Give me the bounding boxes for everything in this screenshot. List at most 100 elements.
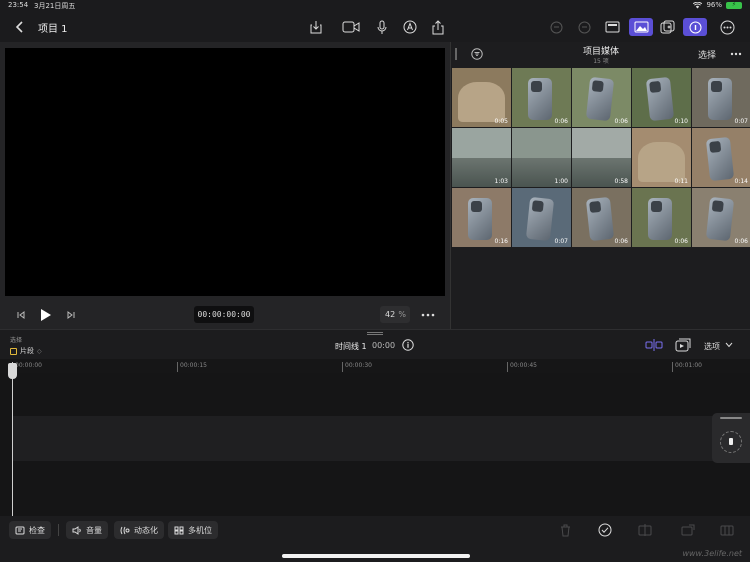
voiceover-button[interactable] [372, 17, 392, 37]
watermark: www.3elife.net [682, 549, 742, 558]
phone-subject [708, 78, 732, 120]
done-button[interactable] [598, 523, 612, 537]
timeline-tracks[interactable] [0, 373, 750, 516]
split-button[interactable] [638, 524, 652, 536]
home-indicator[interactable] [282, 554, 470, 558]
redo-button[interactable] [574, 17, 594, 37]
undo-button[interactable] [546, 17, 566, 37]
media-thumbnail[interactable]: 0:07 [512, 188, 571, 247]
ruler-label: 00:01:00 [672, 362, 702, 372]
camera-bump [711, 81, 722, 92]
snapping-button[interactable] [645, 339, 663, 351]
import-icon [310, 21, 322, 34]
select-button[interactable]: 选择 [698, 48, 716, 61]
media-thumbnail[interactable]: 0:05 [452, 68, 511, 127]
more-button[interactable] [717, 17, 737, 37]
timecode-display[interactable]: 00:00:00:00 [194, 306, 254, 323]
clip-duration: 0:06 [614, 238, 628, 245]
clip-duration: 0:07 [734, 118, 748, 125]
clip-duration: 0:14 [734, 178, 748, 185]
media-thumbnail[interactable]: 0:16 [452, 188, 511, 247]
animate-label: 动态化 [134, 525, 158, 535]
info-circle-icon [689, 21, 701, 33]
ellipsis-icon [421, 313, 435, 317]
timeline-ruler[interactable]: 00:00:00 00:00:15 00:00:30 00:00:45 00:0… [0, 359, 750, 373]
skimming-button[interactable] [675, 338, 691, 352]
animate-button[interactable]: 动态化 [114, 521, 164, 539]
selection-label: 选择 [10, 337, 23, 344]
primary-storyline[interactable] [12, 416, 750, 461]
import-button[interactable] [306, 17, 326, 37]
viewer-more-button[interactable] [421, 310, 435, 320]
zoom-control[interactable]: 42 % [380, 306, 410, 323]
animate-icon [120, 526, 130, 534]
media-thumbnail[interactable]: 0:58 [572, 128, 631, 187]
inspect-icon [15, 526, 25, 534]
phone-subject [705, 136, 735, 182]
detach-button[interactable] [681, 524, 695, 536]
project-title[interactable]: 项目 1 [38, 20, 68, 35]
previous-frame-button[interactable] [16, 310, 26, 320]
play-button[interactable] [40, 308, 52, 322]
jog-wheel[interactable] [720, 431, 742, 453]
clip-duration: 1:03 [494, 178, 508, 185]
phone-subject [648, 198, 672, 240]
media-thumbnail[interactable]: 1:00 [512, 128, 571, 187]
clip-label: 片段 [20, 347, 34, 355]
media-thumbnail[interactable]: 0:06 [692, 188, 750, 247]
clip-duration: 0:06 [554, 118, 568, 125]
viewer-layout-button[interactable] [602, 17, 622, 37]
timeline-info-button[interactable] [402, 339, 414, 351]
media-thumbnail[interactable]: 0:06 [632, 188, 691, 247]
camera-button[interactable] [340, 17, 362, 37]
resize-handle[interactable] [367, 332, 383, 335]
multicam-label: 多机位 [188, 525, 212, 535]
stone-scene [638, 142, 685, 182]
redo-icon [578, 21, 590, 33]
clip-duration: 0:16 [494, 238, 508, 245]
film-clip-icon [675, 338, 691, 352]
chevron-down-icon[interactable] [725, 342, 733, 348]
media-thumbnail[interactable]: 0:07 [692, 68, 750, 127]
clip-duration: 0:06 [734, 238, 748, 245]
text-style-button[interactable] [400, 17, 420, 37]
media-browser-button[interactable] [629, 18, 653, 36]
snapping-icon [645, 339, 663, 351]
top-toolbar: 项目 1 [0, 12, 750, 42]
inspect-button[interactable]: 检查 [9, 521, 51, 539]
clip-selector[interactable]: 片段 ◇ [10, 346, 42, 356]
share-button[interactable] [428, 17, 448, 37]
media-thumbnail[interactable]: 0:06 [512, 68, 571, 127]
jog-handle[interactable] [720, 417, 742, 419]
timeline-name[interactable]: 时间线 1 [335, 341, 367, 352]
options-button[interactable]: 选项 [704, 341, 720, 352]
delete-button[interactable] [560, 524, 571, 537]
trim-button[interactable] [720, 524, 734, 536]
playhead-handle[interactable] [8, 363, 17, 379]
jog-wheel-panel[interactable] [712, 413, 750, 463]
media-thumbnail[interactable]: 0:06 [572, 188, 631, 247]
clip-duration: 0:58 [614, 178, 628, 185]
media-thumbnail[interactable]: 1:03 [452, 128, 511, 187]
inspector-button[interactable] [683, 18, 707, 36]
media-thumbnail[interactable]: 0:06 [572, 68, 631, 127]
ellipsis-icon [730, 52, 742, 56]
media-thumbnail[interactable]: 0:11 [632, 128, 691, 187]
volume-label: 音量 [86, 525, 102, 535]
video-preview[interactable] [5, 48, 445, 296]
camera-bump [471, 201, 482, 212]
next-frame-button[interactable] [66, 310, 76, 320]
phone-subject [645, 76, 675, 122]
effects-button[interactable] [657, 17, 677, 37]
media-thumbnail[interactable]: 0:14 [692, 128, 750, 187]
back-button[interactable] [10, 17, 30, 37]
stone-scene [458, 82, 505, 122]
media-more-button[interactable] [730, 52, 742, 56]
camera-bump [531, 81, 542, 92]
clip-duration: 0:06 [614, 118, 628, 125]
multicam-button[interactable]: 多机位 [168, 521, 218, 539]
text-circle-icon [403, 20, 417, 34]
wifi-icon [693, 1, 703, 9]
volume-button[interactable]: 音量 [66, 521, 108, 539]
media-thumbnail[interactable]: 0:10 [632, 68, 691, 127]
